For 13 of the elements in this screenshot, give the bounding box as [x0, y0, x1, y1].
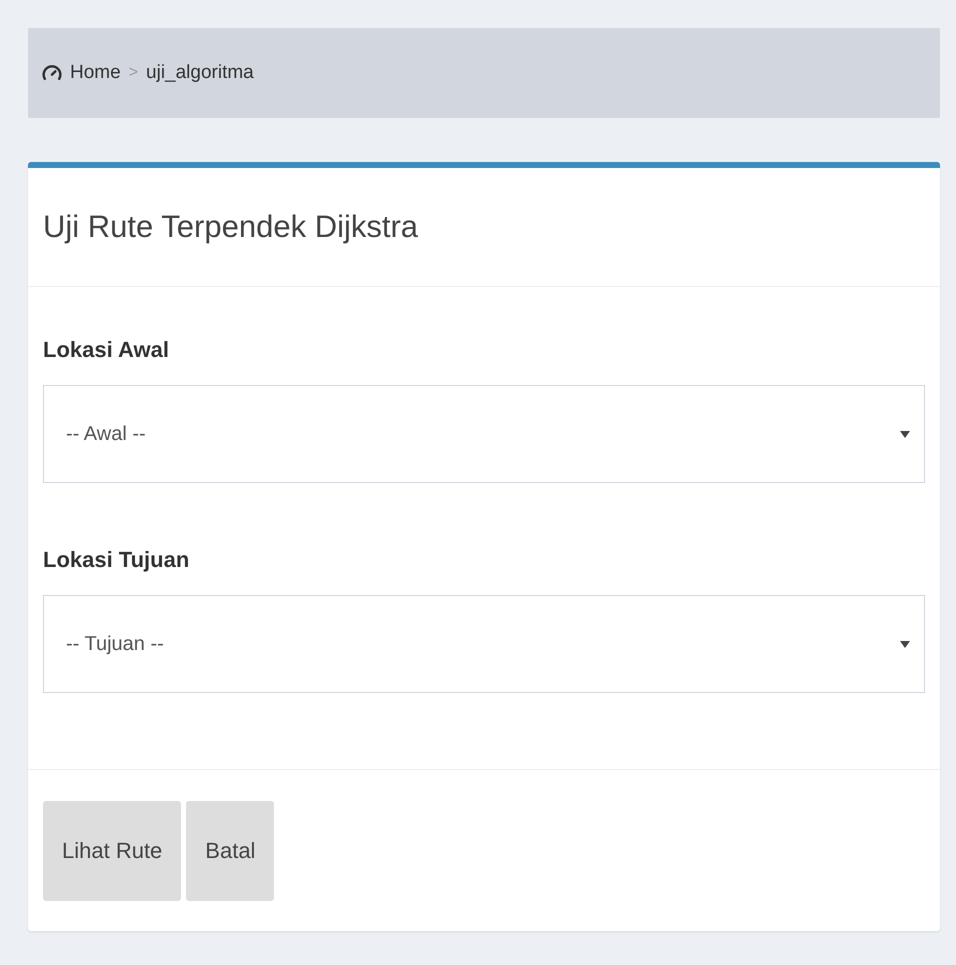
breadcrumb-link[interactable]: Home: [42, 62, 121, 84]
breadcrumb-separator: >: [128, 64, 138, 82]
form-button[interactable]: Lihat Rute: [43, 801, 182, 901]
field-label: Lokasi Awal: [43, 337, 170, 363]
select-field[interactable]: -- Tujuan --: [43, 595, 925, 693]
card-title: Uji Rute Terpendek Dijkstra: [43, 209, 418, 245]
field-label: Lokasi Tujuan: [43, 547, 190, 573]
select-field[interactable]: -- Awal --: [43, 385, 925, 483]
caret-icon: [900, 639, 910, 649]
gauge-icon: [42, 63, 62, 83]
form-button[interactable]: Batal: [186, 801, 274, 901]
caret-icon: [900, 429, 910, 439]
breadcrumb-link[interactable]: uji_algoritma: [146, 62, 254, 84]
